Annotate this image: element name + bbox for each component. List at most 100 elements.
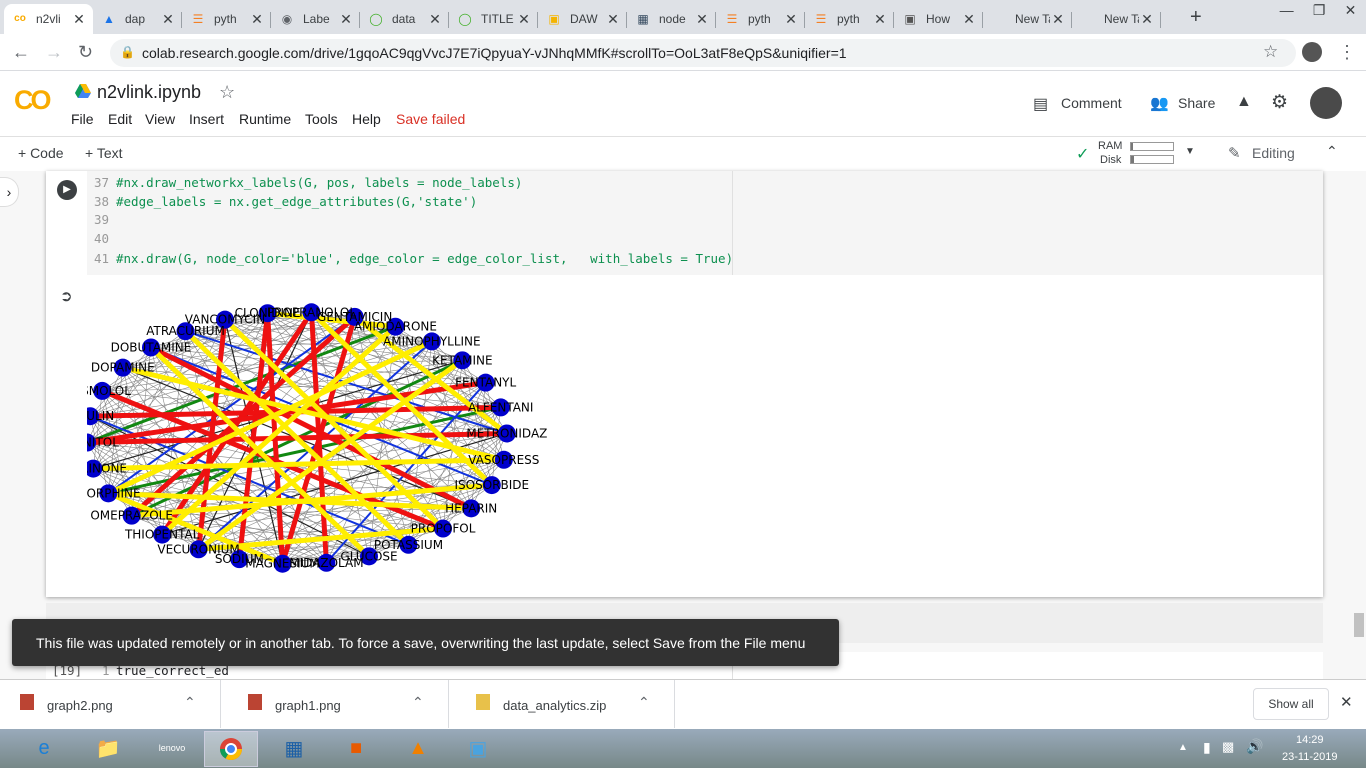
download-options-chevron-icon[interactable]: ⌃ [412,694,424,711]
browser-tab[interactable]: ◉ Labe ✕ [271,4,360,34]
line-number: 37 [94,175,110,190]
new-tab-button[interactable]: + [1190,6,1202,29]
close-icon[interactable]: ✕ [1345,2,1357,28]
menu-item[interactable]: Runtime [239,111,291,127]
clock-time[interactable]: 14:29 [1296,734,1324,746]
tab-close-icon[interactable]: ✕ [160,11,176,28]
menu-item[interactable]: Tools [305,111,338,127]
tab-close-icon[interactable]: ✕ [516,11,532,28]
tab-close-icon[interactable]: ✕ [783,11,799,28]
reload-icon[interactable]: ↻ [78,42,93,63]
zip-file-icon [476,694,490,710]
tab-close-icon[interactable]: ✕ [1050,11,1066,28]
back-icon[interactable]: ← [12,42,30,63]
browser-tab[interactable]: ☰ pyth ✕ [716,4,805,34]
browser-tab[interactable]: ▣ How ✕ [894,4,983,34]
network-graph-output: VANCOMYCINCLONIDINEPROPRANOLOLGENTAMICIN… [87,303,547,573]
resources-dropdown-icon[interactable]: ▼ [1185,146,1195,157]
lock-icon: 🔒 [120,45,135,59]
lab-icon[interactable]: ▲ [1236,93,1252,111]
lenovo-icon[interactable]: lenovo [146,731,198,765]
browser-tab[interactable]: ◯ TITLE ✕ [449,4,538,34]
graph-node-label: THIOPENTAL [124,528,200,542]
pdf-reader-icon[interactable]: ■ [330,731,382,765]
settings-gear-icon[interactable]: ⚙ [1271,91,1288,114]
tab-label: How [926,12,951,26]
slides-icon: ▣ [548,12,560,26]
output-icon[interactable]: ➲ [60,287,73,305]
internet-explorer-icon[interactable]: e [18,731,70,765]
tab-close-icon[interactable]: ✕ [694,11,710,28]
clock-date[interactable]: 23-11-2019 [1282,751,1337,763]
photo-viewer-icon[interactable]: ▣ [452,731,504,765]
forward-icon[interactable]: → [45,42,63,63]
download-filename: graph1.png [275,698,341,713]
browser-tab[interactable]: ▣ DAW ✕ [538,4,627,34]
vlc-icon[interactable]: ▲ [392,731,444,765]
minimize-icon[interactable]: — [1280,2,1294,28]
browser-tab[interactable]: ☰ pyth ✕ [182,4,271,34]
tab-close-icon[interactable]: ✕ [338,11,354,28]
blank-icon [1080,11,1096,27]
maximize-icon[interactable]: ❐ [1313,2,1326,28]
menu-item[interactable]: Edit [108,111,132,127]
graph-node-label: FENTANYL [455,376,516,390]
browser-tab[interactable]: New Tab✕ [1072,4,1161,34]
tab-close-icon[interactable]: ✕ [427,11,443,28]
colab-logo[interactable]: CO [14,85,51,116]
tab-close-icon[interactable]: ✕ [1139,11,1155,28]
browser-tab[interactable]: New Tab✕ [983,4,1072,34]
download-item[interactable]: graph2.png ⌃ [8,680,221,728]
tab-close-icon[interactable]: ✕ [961,11,977,28]
show-hidden-icons[interactable]: ▲ [1178,742,1188,753]
tab-close-icon[interactable]: ✕ [249,11,265,28]
download-options-chevron-icon[interactable]: ⌃ [184,694,196,711]
run-cell-button[interactable]: ▶ [57,180,77,200]
network-icon[interactable]: ▩ [1222,739,1234,755]
browser-tab[interactable]: ☰ pyth ✕ [805,4,894,34]
browser-tab[interactable]: co n2vli ✕ [4,4,93,34]
editing-mode[interactable]: Editing [1252,145,1295,161]
add-text-button[interactable]: + Text [85,145,123,161]
download-item[interactable]: data_analytics.zip ⌃ [464,680,675,728]
code-line: #nx.draw(G, node_color='blue', edge_colo… [116,251,734,266]
add-code-button[interactable]: + Code [18,145,64,161]
close-download-shelf-icon[interactable]: ✕ [1340,693,1353,711]
chrome-taskbar-icon[interactable] [204,731,258,767]
chrome-menu-icon[interactable]: ⋮ [1338,42,1356,63]
line-number: 41 [94,251,110,266]
tab-label: Labe [303,12,330,26]
star-icon[interactable]: ☆ [219,82,235,103]
download-item[interactable]: graph1.png ⌃ [236,680,449,728]
comment-button[interactable]: Comment [1061,95,1122,111]
menu-item[interactable]: Help [352,111,381,127]
volume-icon[interactable]: 🔊 [1246,738,1263,755]
tab-close-icon[interactable]: ✕ [71,11,87,28]
tab-label: pyth [837,12,860,26]
account-avatar[interactable] [1310,87,1342,119]
save-status[interactable]: Save failed [396,111,465,127]
notebook-title[interactable]: n2vlink.ipynb [97,82,201,103]
browser-tab[interactable]: ▦ node ✕ [627,4,716,34]
profile-avatar[interactable] [1302,42,1322,62]
download-options-chevron-icon[interactable]: ⌃ [638,694,650,711]
graph-node-label: AMIODARONE [354,320,437,334]
collapse-header-icon[interactable]: ⌃ [1326,143,1338,160]
tab-close-icon[interactable]: ✕ [605,11,621,28]
control-panel-icon[interactable]: ▦ [268,731,320,765]
browser-tab[interactable]: ◯ data ✕ [360,4,449,34]
tab-close-icon[interactable]: ✕ [872,11,888,28]
menu-item[interactable]: Insert [189,111,224,127]
bookmark-star-icon[interactable]: ☆ [1263,42,1278,62]
show-all-button[interactable]: Show all [1253,688,1329,720]
graph-node-label: ESMOLOL [87,384,131,398]
share-button[interactable]: Share [1178,95,1215,111]
file-explorer-icon[interactable]: 📁 [82,731,134,765]
scrollbar-thumb[interactable] [1354,613,1364,637]
menu-item[interactable]: File [71,111,94,127]
menu-item[interactable]: View [145,111,175,127]
browser-tab[interactable]: ▲ dap ✕ [93,4,182,34]
tab-label: New Tab [1104,12,1139,26]
window-controls: — ❐ ✕ [1270,2,1366,28]
battery-icon[interactable]: ▮ [1203,739,1211,756]
